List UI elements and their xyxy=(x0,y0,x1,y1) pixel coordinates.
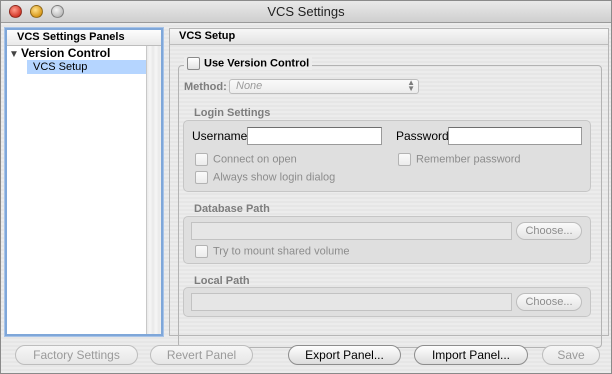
use-version-control-checkbox[interactable]: Use Version Control xyxy=(184,57,313,70)
use-version-control-label: Use Version Control xyxy=(204,57,310,70)
checkbox-icon[interactable] xyxy=(187,57,200,70)
checkbox-icon[interactable] xyxy=(195,245,208,258)
remember-password-option[interactable]: Remember password xyxy=(398,153,521,166)
always-show-login-option[interactable]: Always show login dialog xyxy=(195,171,335,184)
method-select[interactable]: None ▲ ▼ xyxy=(229,79,419,94)
method-value: None xyxy=(236,80,263,92)
settings-panels-header: VCS Settings Panels xyxy=(7,30,161,46)
username-field[interactable] xyxy=(247,127,382,145)
method-label: Method: xyxy=(184,81,227,93)
connect-on-open-option[interactable]: Connect on open xyxy=(195,153,297,166)
username-label: Username xyxy=(192,129,248,143)
tree-item-vcs-setup[interactable]: VCS Setup xyxy=(27,60,147,74)
zoom-window-icon[interactable] xyxy=(51,5,64,18)
checkbox-icon[interactable] xyxy=(195,153,208,166)
mount-shared-volume-option[interactable]: Try to mount shared volume xyxy=(195,245,350,258)
login-settings-title: Login Settings xyxy=(194,107,271,119)
checkbox-icon[interactable] xyxy=(195,171,208,184)
vcs-settings-window: VCS Settings VCS Settings Panels ▼ Versio… xyxy=(0,0,612,374)
minimize-window-icon[interactable] xyxy=(30,5,43,18)
database-path-field[interactable] xyxy=(191,222,512,240)
tree-group-label: Version Control xyxy=(21,46,111,60)
import-panel-button[interactable]: Import Panel... xyxy=(414,345,528,365)
title-bar[interactable]: VCS Settings xyxy=(1,1,611,23)
panel-header: VCS Setup xyxy=(170,29,608,45)
always-show-login-label: Always show login dialog xyxy=(213,171,336,184)
save-button[interactable]: Save xyxy=(542,345,600,365)
mount-shared-volume-label: Try to mount shared volume xyxy=(213,245,350,258)
database-path-title: Database Path xyxy=(194,203,270,215)
close-window-icon[interactable] xyxy=(9,5,22,18)
checkbox-icon[interactable] xyxy=(398,153,411,166)
export-panel-button[interactable]: Export Panel... xyxy=(288,345,401,365)
tree-group-version-control[interactable]: ▼ Version Control xyxy=(9,46,111,61)
local-choose-button[interactable]: Choose... xyxy=(516,293,582,311)
settings-panels-list[interactable]: VCS Settings Panels ▼ Version Control VCS… xyxy=(5,28,163,336)
connect-on-open-label: Connect on open xyxy=(213,153,297,166)
database-choose-button[interactable]: Choose... xyxy=(516,222,582,240)
select-arrows-icon: ▲ ▼ xyxy=(407,78,415,93)
local-path-title: Local Path xyxy=(194,275,250,287)
window-title: VCS Settings xyxy=(267,4,345,19)
list-scrollbar[interactable] xyxy=(146,46,161,334)
revert-panel-button[interactable]: Revert Panel xyxy=(150,345,253,365)
local-path-field[interactable] xyxy=(191,293,512,311)
factory-settings-button[interactable]: Factory Settings xyxy=(15,345,138,365)
password-label: Password xyxy=(396,129,449,143)
password-field[interactable] xyxy=(448,127,582,145)
remember-password-label: Remember password xyxy=(416,153,521,166)
disclosure-triangle-icon[interactable]: ▼ xyxy=(9,48,21,61)
